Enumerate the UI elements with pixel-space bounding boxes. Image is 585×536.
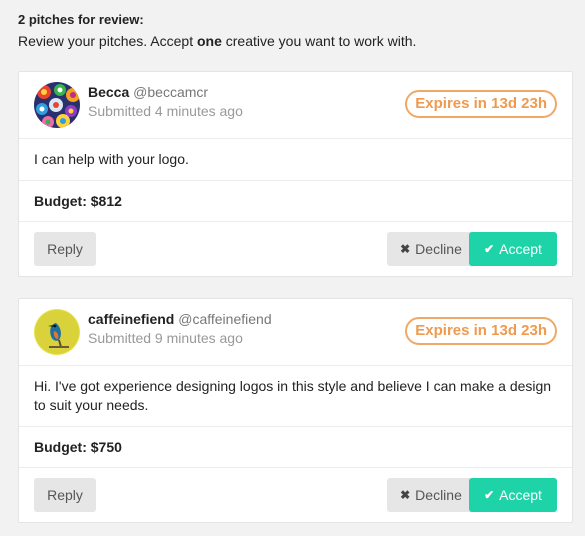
author-handle[interactable]: @beccamcr xyxy=(133,84,208,100)
pitch-budget: Budget: $750 xyxy=(19,427,572,468)
pitch-actions: Reply ✖ Decline ✔ Accept xyxy=(19,222,572,276)
pitch-message: Hi. I've got experience designing logos … xyxy=(19,366,572,427)
subtitle-text-start: Review your pitches. Accept xyxy=(18,33,197,49)
decline-label: Decline xyxy=(415,487,462,503)
author-name[interactable]: caffeinefiend xyxy=(88,311,174,327)
decline-label: Decline xyxy=(415,241,462,257)
pitch-message: I can help with your logo. xyxy=(19,139,572,181)
close-icon: ✖ xyxy=(400,242,411,256)
pitch-author: caffeinefiend @caffeinefiend Submitted 9… xyxy=(88,311,272,346)
pitch-author: Becca @beccamcr Submitted 4 minutes ago xyxy=(88,84,243,119)
author-handle[interactable]: @caffeinefiend xyxy=(178,311,271,327)
pitch-card: caffeinefiend @caffeinefiend Submitted 9… xyxy=(18,298,573,523)
decline-button[interactable]: ✖ Decline xyxy=(387,478,475,512)
accept-label: Accept xyxy=(499,487,542,503)
avatar[interactable] xyxy=(34,82,80,128)
accept-button[interactable]: ✔ Accept xyxy=(469,232,557,266)
page-title: 2 pitches for review: xyxy=(18,12,144,27)
subtitle-text-end: creative you want to work with. xyxy=(221,33,417,49)
pitch-actions: Reply ✖ Decline ✔ Accept xyxy=(19,468,572,522)
reply-label: Reply xyxy=(47,241,83,257)
pitch-header: caffeinefiend @caffeinefiend Submitted 9… xyxy=(19,299,572,366)
close-icon: ✖ xyxy=(400,488,411,502)
accept-button[interactable]: ✔ Accept xyxy=(469,478,557,512)
expires-badge: Expires in 13d 23h xyxy=(405,90,557,118)
check-icon: ✔ xyxy=(484,242,495,256)
kingfisher-bird-avatar-icon xyxy=(34,309,80,355)
reply-button[interactable]: Reply xyxy=(34,232,96,266)
submitted-time: Submitted 9 minutes ago xyxy=(88,330,243,346)
pitches-review-panel: 2 pitches for review: Review your pitche… xyxy=(0,0,585,523)
colorful-flower-avatar-icon xyxy=(34,82,80,128)
reply-label: Reply xyxy=(47,487,83,503)
decline-button[interactable]: ✖ Decline xyxy=(387,232,475,266)
pitch-card: Becca @beccamcr Submitted 4 minutes ago … xyxy=(18,71,573,277)
accept-label: Accept xyxy=(499,241,542,257)
page-subtitle: Review your pitches. Accept one creative… xyxy=(18,32,567,50)
avatar[interactable] xyxy=(34,309,80,355)
subtitle-emphasis: one xyxy=(196,33,222,49)
author-name[interactable]: Becca xyxy=(88,84,129,100)
check-icon: ✔ xyxy=(484,488,495,502)
reply-button[interactable]: Reply xyxy=(34,478,96,512)
pitch-budget: Budget: $812 xyxy=(19,181,572,222)
pitch-header: Becca @beccamcr Submitted 4 minutes ago … xyxy=(19,72,572,139)
expires-badge: Expires in 13d 23h xyxy=(405,317,557,345)
submitted-time: Submitted 4 minutes ago xyxy=(88,103,243,119)
